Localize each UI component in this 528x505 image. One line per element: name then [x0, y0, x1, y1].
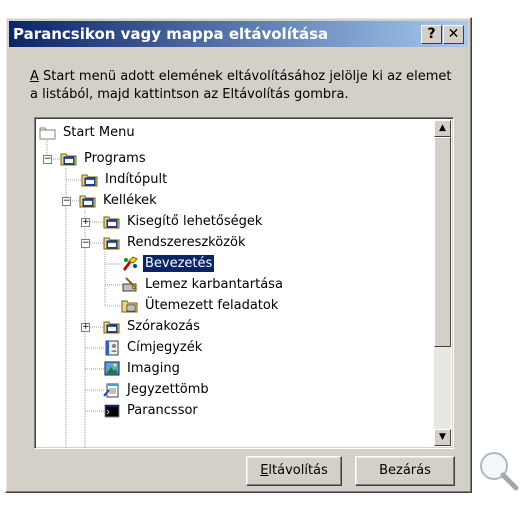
close-button[interactable]: Bezárás: [355, 456, 455, 486]
folder-icon: [39, 127, 56, 140]
magnifier-icon[interactable]: [476, 448, 520, 492]
scroll-up-arrow-icon[interactable]: ▲: [434, 120, 451, 137]
tree-item-label: Kellékek: [103, 193, 157, 208]
accesskey-letter: A: [30, 69, 39, 84]
remove-shortcut-dialog: Parancsikon vagy mappa eltávolítása ? ✕ …: [5, 17, 472, 493]
tree-item-label: Rendszereszközök: [127, 235, 246, 250]
window-title: Parancsikon vagy mappa eltávolítása: [13, 25, 329, 43]
program-group-icon: [81, 174, 98, 187]
tree-item-label: Start Menu: [63, 125, 135, 140]
program-group-icon: [60, 153, 77, 166]
address-book-icon: [105, 340, 119, 356]
collapse-programs-toggle[interactable]: −: [43, 155, 52, 164]
start-menu-tree[interactable]: − − + − + Start Menu Programs Indítópult…: [34, 117, 454, 449]
title-bar[interactable]: Parancsikon vagy mappa eltávolítása ? ✕: [9, 21, 468, 47]
instructions-body: Start menü adott elemének eltávolításáho…: [30, 69, 452, 102]
help-button[interactable]: ?: [421, 25, 442, 44]
tree-item-label: Ütemezett feladatok: [145, 298, 279, 313]
expand-szorakozas-toggle[interactable]: +: [81, 323, 90, 332]
scheduled-tasks-icon: [121, 300, 138, 313]
tree-scrollbar[interactable]: ▲ ▼: [434, 120, 451, 446]
tree-item-label: Imaging: [127, 361, 180, 376]
expand-kisegito-toggle[interactable]: +: [81, 218, 90, 227]
welcome-icon: [123, 256, 138, 271]
tree-item-label: Szórakozás: [127, 319, 200, 334]
instructions-text: A Start menü adott elemének eltávolításá…: [30, 68, 460, 104]
tree-item-label: Programs: [84, 151, 146, 166]
tree-item-label: Kisegítő lehetőségek: [127, 214, 263, 229]
program-group-icon: [103, 216, 120, 229]
scroll-down-arrow-icon[interactable]: ▼: [434, 429, 451, 446]
remove-label: ltávolítás: [268, 463, 328, 478]
disk-cleanup-icon: [122, 277, 137, 292]
program-group-icon: [79, 195, 96, 208]
collapse-rendszereszkozok-toggle[interactable]: −: [81, 239, 90, 248]
tree-item-label: Címjegyzék: [127, 340, 203, 355]
remove-button[interactable]: Eltávolítás: [246, 456, 342, 486]
command-prompt-icon: [104, 404, 120, 418]
tree-item-label: Bevezetés: [141, 254, 216, 273]
tree-item-label: Jegyzettömb: [127, 382, 209, 397]
program-group-icon: [103, 321, 120, 334]
collapse-kellekek-toggle[interactable]: −: [62, 197, 71, 206]
close-window-button[interactable]: ✕: [443, 25, 464, 44]
program-group-icon: [103, 237, 120, 250]
tree-item-label: Lemez karbantartása: [145, 277, 283, 292]
imaging-icon: [104, 361, 120, 376]
notepad-icon: [103, 383, 119, 398]
tree-item-label: Indítópult: [105, 172, 168, 187]
scroll-thumb[interactable]: [434, 137, 451, 347]
tree-item-label: Parancssor: [127, 403, 198, 418]
